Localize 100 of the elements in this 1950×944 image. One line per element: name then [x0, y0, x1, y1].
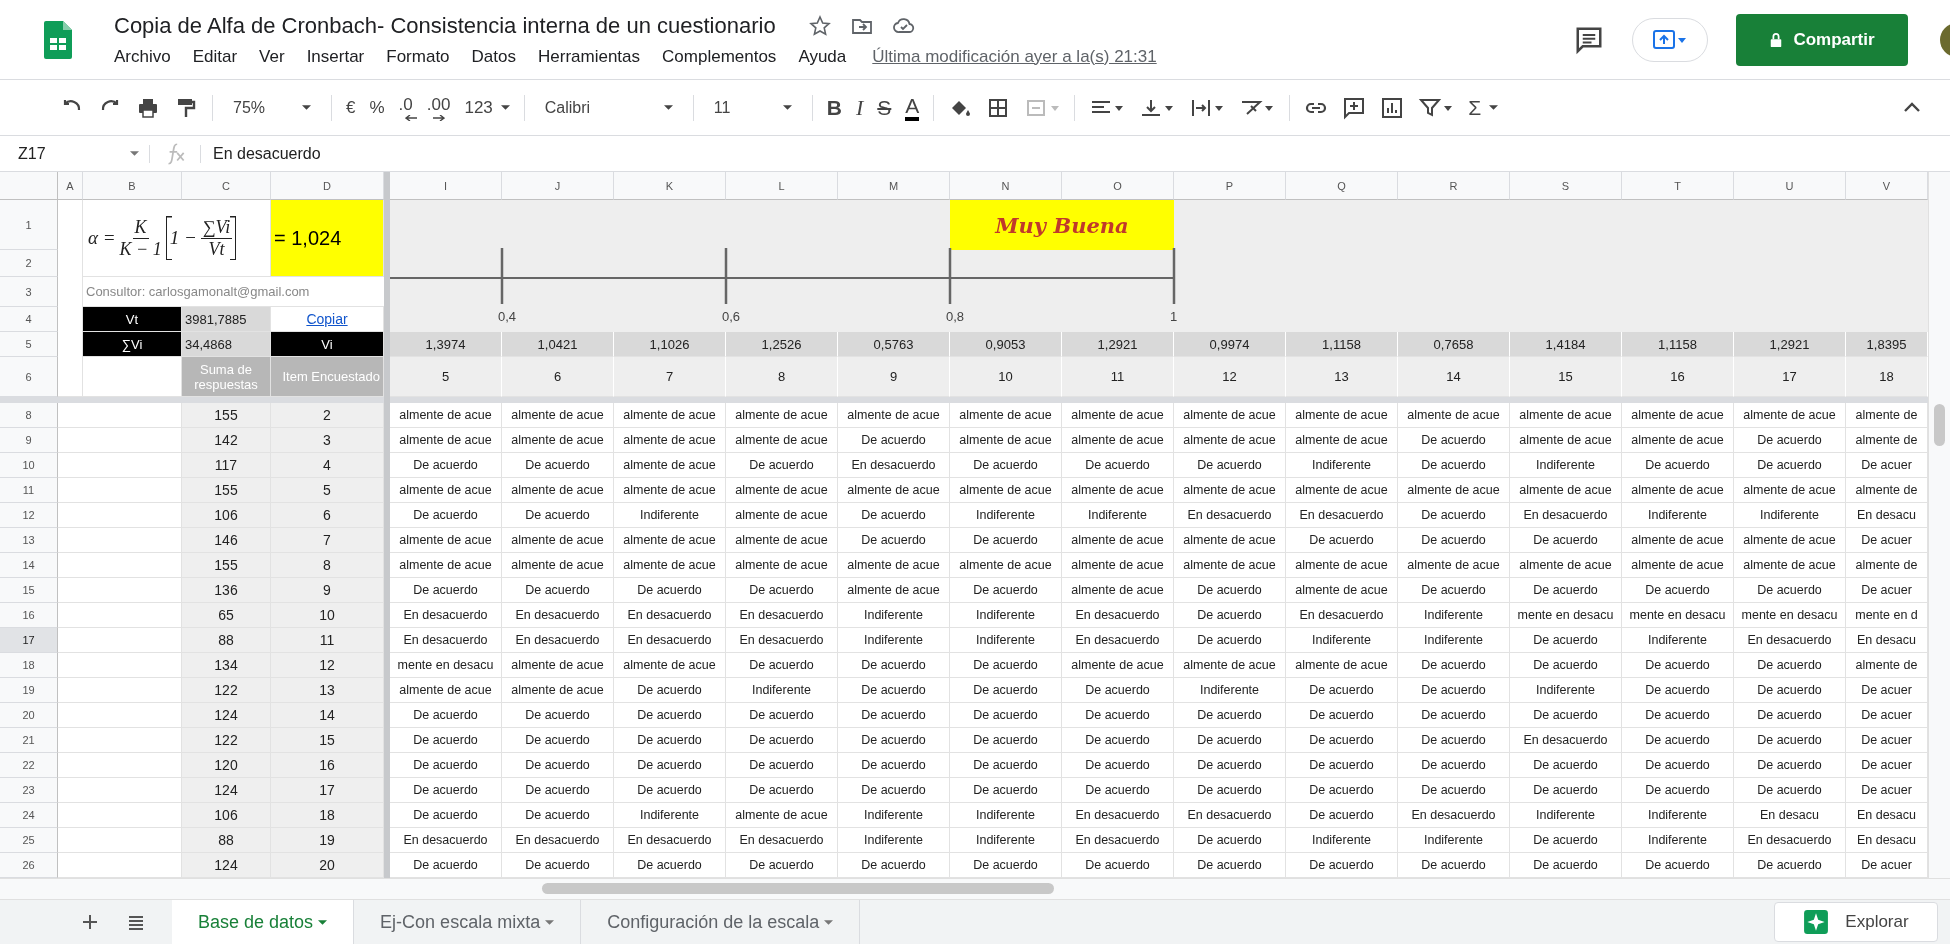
table-cell: almente de acue: [1510, 403, 1622, 428]
row-header[interactable]: 9: [0, 428, 58, 453]
font-dropdown[interactable]: Calibri: [538, 98, 679, 117]
row-header[interactable]: 5: [0, 332, 58, 357]
font-size-dropdown[interactable]: 11: [707, 98, 798, 117]
table-cell: De acuerdo: [1286, 803, 1398, 828]
add-comment-icon[interactable]: [1342, 95, 1367, 120]
horizontal-scrollbar[interactable]: [0, 878, 1950, 900]
row-header[interactable]: 3: [0, 277, 58, 307]
row-header[interactable]: 18: [0, 653, 58, 678]
row-header[interactable]: 22: [0, 753, 58, 778]
menu-item[interactable]: Herramientas: [538, 46, 641, 67]
column-header[interactable]: O: [1062, 172, 1174, 200]
table-cell: De acuerdo: [1734, 703, 1846, 728]
column-header[interactable]: Q: [1286, 172, 1398, 200]
tick-label: 1: [1170, 309, 1178, 324]
table-cell: 12: [1174, 357, 1286, 397]
row-header[interactable]: 17: [0, 628, 58, 653]
row-header[interactable]: 12: [0, 503, 58, 528]
currency-format-button[interactable]: €: [346, 97, 356, 118]
table-cell: En desacuerdo: [1286, 603, 1398, 628]
sheet-tab[interactable]: Base de datos: [172, 900, 355, 944]
sheets-logo-icon[interactable]: [44, 20, 72, 59]
document-title[interactable]: Copia de Alfa de Cronbach- Consistencia interna de un cuestionario: [114, 12, 776, 39]
table-cell: almente de acue: [1286, 403, 1398, 428]
explore-button[interactable]: Explorar: [1774, 902, 1938, 942]
row-header[interactable]: 21: [0, 728, 58, 753]
table-cell: Indiferente: [1398, 628, 1510, 653]
column-header[interactable]: T: [1622, 172, 1734, 200]
menu-item[interactable]: Datos: [471, 46, 516, 67]
star-icon[interactable]: [807, 13, 832, 38]
table-cell: almente de acue: [1062, 528, 1174, 553]
vertical-scrollbar[interactable]: [1928, 172, 1950, 878]
chart-icon[interactable]: [1380, 95, 1405, 120]
column-header[interactable]: J: [502, 172, 614, 200]
row-header[interactable]: 19: [0, 678, 58, 703]
increase-decimals-button[interactable]: .00: [426, 94, 451, 121]
table-cell: De acuerdo: [390, 728, 502, 753]
decrease-decimals-button[interactable]: .0: [398, 94, 413, 121]
row-header[interactable]: 11: [0, 478, 58, 503]
row-header[interactable]: 1: [0, 200, 58, 250]
row-header[interactable]: 20: [0, 703, 58, 728]
italic-button[interactable]: I: [855, 94, 864, 121]
menu-item[interactable]: Insertar: [306, 46, 365, 67]
column-header[interactable]: P: [1174, 172, 1286, 200]
menu-item[interactable]: Ayuda: [798, 46, 847, 67]
table-cell: De acuerdo: [1062, 728, 1174, 753]
number-format-dropdown[interactable]: 123: [464, 97, 510, 118]
row-header[interactable]: 4: [0, 307, 58, 332]
row-header[interactable]: 24: [0, 803, 58, 828]
row-header[interactable]: 15: [0, 578, 58, 603]
row-header[interactable]: 14: [0, 553, 58, 578]
table-cell: En desacu: [1846, 803, 1928, 828]
last-edit-link[interactable]: Última modificación ayer a la(s) 21:31: [872, 46, 1157, 67]
table-cell: 5: [271, 478, 384, 503]
column-header[interactable]: U: [1734, 172, 1846, 200]
row-header[interactable]: 8: [0, 403, 58, 428]
column-header[interactable]: R: [1398, 172, 1510, 200]
column-header[interactable]: S: [1510, 172, 1622, 200]
menu-item[interactable]: Editar: [192, 46, 238, 67]
row-header[interactable]: 26: [0, 853, 58, 878]
table-cell: En desacuerdo: [726, 828, 838, 853]
column-header[interactable]: D: [271, 172, 384, 200]
row-header[interactable]: 13: [0, 528, 58, 553]
copy-link[interactable]: Copiar: [306, 311, 348, 327]
bold-button[interactable]: B: [826, 95, 842, 120]
row-header[interactable]: 2: [0, 250, 58, 277]
column-header[interactable]: B: [83, 172, 182, 200]
functions-button[interactable]: Σ: [1468, 95, 1499, 120]
column-header[interactable]: M: [838, 172, 950, 200]
table-cell: De acuerdo: [1286, 678, 1398, 703]
percent-format-button[interactable]: %: [369, 97, 385, 118]
row-header[interactable]: 25: [0, 828, 58, 853]
column-header[interactable]: C: [182, 172, 271, 200]
table-cell: De acuerdo: [1734, 453, 1846, 478]
add-sheet-icon[interactable]: [80, 912, 100, 932]
share-button[interactable]: Compartir: [1736, 13, 1908, 66]
row-header[interactable]: 16: [0, 603, 58, 628]
row-header[interactable]: 10: [0, 453, 58, 478]
zoom-dropdown[interactable]: 75%: [227, 98, 317, 117]
table-cell: De acuerdo: [838, 728, 950, 753]
name-box[interactable]: Z17: [0, 144, 150, 163]
menu-item[interactable]: Complementos: [662, 46, 777, 67]
row-header[interactable]: 6: [0, 357, 58, 397]
strikethrough-button[interactable]: S: [877, 95, 892, 120]
menu-item[interactable]: Formato: [386, 46, 450, 67]
menu-item[interactable]: Archivo: [114, 46, 171, 67]
menu-item[interactable]: Ver: [259, 46, 285, 67]
column-header[interactable]: A: [58, 172, 83, 200]
sheet-tab[interactable]: Configuración de la escala: [581, 900, 861, 944]
column-header[interactable]: K: [614, 172, 726, 200]
sheet-tab[interactable]: Ej-Con escala mixta: [354, 900, 582, 944]
column-header[interactable]: I: [390, 172, 502, 200]
table-cell: 6: [502, 357, 614, 397]
row-header[interactable]: 23: [0, 778, 58, 803]
text-color-button[interactable]: A: [905, 94, 920, 121]
formula-field[interactable]: En desacuerdo: [200, 144, 321, 163]
column-header[interactable]: N: [950, 172, 1062, 200]
column-header[interactable]: L: [726, 172, 838, 200]
column-header[interactable]: V: [1846, 172, 1928, 200]
